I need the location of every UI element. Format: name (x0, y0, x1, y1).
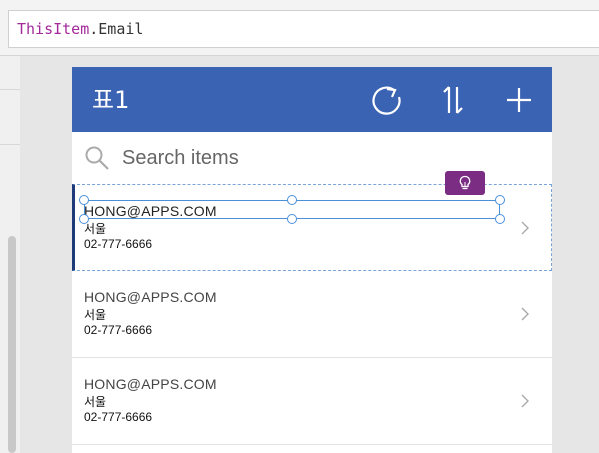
resize-handle[interactable] (287, 214, 297, 224)
resize-handle[interactable] (495, 195, 505, 205)
resize-handle[interactable] (495, 214, 505, 224)
add-icon[interactable] (502, 83, 536, 117)
ideas-button[interactable] (445, 171, 485, 195)
chevron-right-icon[interactable] (518, 220, 532, 236)
item-phone: 02-777-6666 (84, 410, 153, 424)
formula-object: ThisItem (17, 20, 90, 38)
sort-icon[interactable] (436, 83, 470, 117)
search-input[interactable] (122, 142, 522, 174)
left-pane-scrollbar[interactable] (8, 236, 16, 453)
app-canvas: 표1 HONG@APPS.COM 서울 02-777-6666 HONG@APP… (72, 67, 552, 453)
formula-bar: ThisItem.Email (0, 0, 599, 56)
app-title: 표1 (92, 86, 130, 114)
gallery-item[interactable]: HONG@APPS.COM 서울 02-777-6666 (72, 271, 552, 358)
left-pane (0, 56, 20, 453)
chevron-right-icon[interactable] (518, 306, 532, 322)
gallery-item[interactable]: HONG@APPS.COM 서울 02-777-6666 (72, 184, 552, 271)
item-city: 서울 (84, 395, 107, 409)
pane-divider (0, 89, 20, 90)
item-phone: 02-777-6666 (84, 323, 153, 337)
search-icon (84, 145, 110, 171)
item-city: 서울 (84, 308, 107, 322)
formula-dot: . (89, 20, 99, 38)
resize-handle[interactable] (79, 214, 89, 224)
item-email: HONG@APPS.COM (84, 376, 217, 392)
chevron-right-icon[interactable] (518, 393, 532, 409)
formula-property: Email (98, 20, 144, 38)
formula-input[interactable]: ThisItem.Email (8, 10, 599, 48)
resize-handle[interactable] (79, 195, 89, 205)
app-header: 표1 (72, 67, 552, 132)
lightbulb-icon (459, 175, 471, 190)
item-email: HONG@APPS.COM (84, 289, 217, 305)
pane-divider (0, 144, 20, 145)
resize-handle[interactable] (287, 195, 297, 205)
item-phone: 02-777-6666 (84, 237, 153, 251)
refresh-icon[interactable] (370, 83, 404, 117)
gallery-item[interactable]: HONG@APPS.COM 서울 02-777-6666 (72, 358, 552, 445)
